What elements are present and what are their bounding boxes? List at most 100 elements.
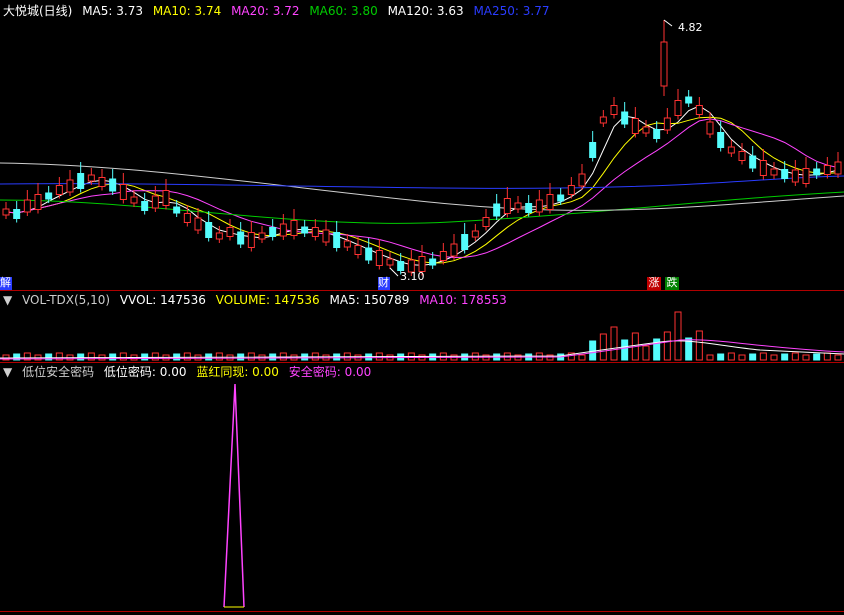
ma250-label: MA250: 3.77 — [473, 4, 550, 18]
candle-body — [151, 195, 159, 209]
candle-body — [215, 232, 223, 240]
candle-body — [546, 194, 554, 210]
candle-body — [493, 203, 501, 217]
event-tag-cai[interactable]: 财 — [378, 277, 390, 290]
candle-body — [119, 184, 127, 200]
candle-body — [333, 232, 341, 248]
candle-body — [23, 199, 31, 213]
candle-body — [375, 250, 383, 266]
candle-body — [130, 196, 138, 204]
candle-body — [311, 227, 319, 237]
candle-body — [802, 168, 810, 184]
volume-bar — [215, 352, 223, 361]
volume-bar — [674, 311, 682, 361]
ma10-label: MA10: 3.74 — [152, 4, 222, 18]
candle-body — [706, 121, 714, 135]
volume-bar — [738, 354, 746, 361]
low-price-label: 3.10 — [400, 270, 425, 283]
candle-body — [226, 227, 234, 237]
indicator-settings-icon[interactable]: ▼ — [3, 365, 12, 379]
ma20-label: MA20: 3.72 — [231, 4, 300, 18]
ma120-label: MA120: 3.63 — [387, 4, 464, 18]
low-password-label: 低位密码: 0.00 — [103, 365, 187, 379]
candle-body — [642, 126, 650, 134]
indicator-name[interactable]: 低位安全密码 — [22, 365, 94, 379]
candle-body — [471, 230, 479, 238]
candle-body — [66, 179, 74, 193]
event-tag-zhang[interactable]: 涨 — [647, 277, 661, 290]
candle-body — [98, 177, 106, 187]
volume-bar — [663, 331, 671, 361]
candle-body — [567, 185, 575, 195]
candle-body — [823, 165, 831, 175]
candle-body — [535, 199, 543, 213]
candle-body — [290, 220, 298, 236]
candle-body — [13, 209, 21, 219]
high-price-pointer — [663, 19, 673, 27]
volume-bar — [610, 326, 618, 361]
volume-bar — [183, 352, 191, 361]
candle-body — [514, 202, 522, 210]
vol-indicator-name[interactable]: VOL-TDX(5,10) — [22, 293, 110, 307]
candle-body — [269, 227, 277, 237]
volume-bar — [759, 352, 767, 361]
volume-bar — [695, 330, 703, 361]
candle-body — [34, 194, 42, 210]
candle-body — [770, 168, 778, 176]
candle-body — [695, 105, 703, 115]
candle-body — [247, 232, 255, 248]
low-price-pointer — [389, 267, 399, 277]
candle-body — [439, 251, 447, 261]
volume-bar — [813, 353, 821, 361]
volume-bar — [802, 354, 810, 361]
candle-body — [738, 151, 746, 161]
candle-body — [194, 217, 202, 231]
vvol-label: VVOL: 147536 — [119, 293, 206, 307]
candle-body — [365, 247, 373, 261]
volume-label: VOLUME: 147536 — [215, 293, 320, 307]
candle-body — [685, 96, 693, 104]
candle-body — [482, 217, 490, 227]
candle-body — [205, 222, 213, 238]
candle-body — [2, 208, 10, 216]
event-tag-die[interactable]: 跌 — [665, 277, 679, 290]
candle-body — [621, 111, 629, 125]
candle-body — [173, 206, 181, 214]
volume-bar — [642, 345, 650, 361]
indicator-legend: ▼ 低位安全密码 低位密码: 0.00 蓝红同现: 0.00 安全密码: 0.0… — [0, 364, 377, 380]
safe-password-label: 安全密码: 0.00 — [288, 365, 372, 379]
candle-body — [781, 169, 789, 179]
candle-body — [663, 117, 671, 131]
volume-bar — [834, 354, 842, 361]
volume-bar — [781, 353, 789, 361]
blue-red-label: 蓝红同现: 0.00 — [196, 365, 279, 379]
volume-settings-icon[interactable]: ▼ — [3, 293, 12, 307]
candle-body — [599, 116, 607, 124]
stock-chart-window: 大悦城(日线) MA5: 3.73 MA10: 3.74 MA20: 3.72 … — [0, 0, 844, 615]
candle-body — [717, 132, 725, 148]
ma60-label: MA60: 3.80 — [309, 4, 378, 18]
stock-title: 大悦城(日线) — [3, 4, 73, 18]
candle-body — [429, 258, 437, 266]
main-legend: 大悦城(日线) MA5: 3.73 MA10: 3.74 MA20: 3.72 … — [0, 3, 555, 19]
volume-bar — [621, 339, 629, 361]
candle-body — [525, 203, 533, 213]
candle-body — [386, 258, 394, 266]
event-tag-jie[interactable]: 解 — [0, 277, 12, 290]
volume-bar — [791, 352, 799, 361]
volume-bar — [706, 354, 714, 361]
candle-body — [589, 142, 597, 158]
candle-body — [301, 226, 309, 234]
candle-body — [87, 174, 95, 182]
candle-body — [610, 105, 618, 115]
volume-bar — [247, 352, 255, 361]
candle-body — [759, 160, 767, 176]
candle-body — [237, 231, 245, 245]
candle-body — [141, 201, 149, 211]
vol-ma5-label: MA5: 150789 — [329, 293, 410, 307]
volume-bar — [727, 352, 735, 361]
candle-body — [45, 192, 53, 200]
candle-body — [813, 168, 821, 176]
candle-body — [503, 198, 511, 214]
candle-body — [450, 243, 458, 257]
